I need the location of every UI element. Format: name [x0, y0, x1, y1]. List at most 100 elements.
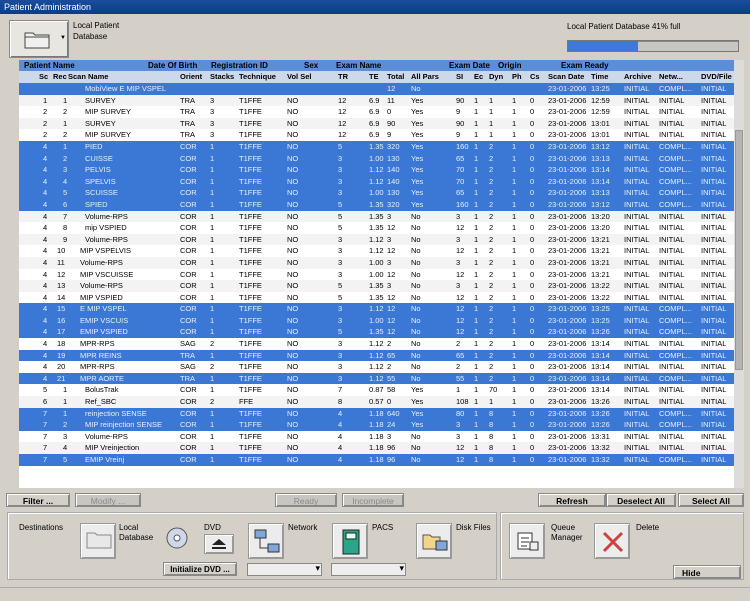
table-scrollbar[interactable]: [734, 60, 744, 488]
table-row[interactable]: 7 2 MIP reinjection SENSE COR 1 T1FFE NO 4 1.18 2…: [19, 419, 743, 431]
table-cell: INITIAL: [701, 269, 727, 279]
column-header[interactable]: Technique: [239, 71, 276, 83]
table-cell: 1: [210, 257, 215, 267]
group-header[interactable]: Registration ID: [211, 60, 268, 71]
table-row[interactable]: 4 5 SCUISSE COR 1 T1FFE NO 3 1.00 130 Yes 65 1 2 1 0 23-…: [19, 187, 743, 199]
table-cell: No: [411, 211, 421, 221]
table-row[interactable]: 4 15 E MIP VSPEL COR 1 T1FFE NO 3 1.12 12 No 12 1 2 1 0…: [19, 303, 743, 315]
table-row[interactable]: 2 2 MIP SURVEY TRA 3 T1FFE NO 12 6.9 0 Yes 9 1 1 1 0 23-…: [19, 106, 743, 118]
column-header[interactable]: TR: [338, 71, 348, 83]
delete-button[interactable]: [594, 523, 630, 559]
scroll-thumb[interactable]: [735, 130, 743, 370]
table-row[interactable]: 4 6 SPIED COR 1 T1FFE NO 5 1.35 320 Yes 160 1 2 1 0 23-0…: [19, 198, 743, 211]
column-header[interactable]: Dyn: [489, 71, 503, 83]
table-cell: 1: [512, 362, 517, 372]
table-cell: 12: [387, 84, 396, 93]
column-header[interactable]: Cs: [530, 71, 540, 83]
table-row[interactable]: 4 9 Volume-RPS COR 1 T1FFE NO 3 1.12 3 No 3 1 2 1 0 23-0…: [19, 233, 743, 246]
table-cell: 3: [338, 153, 343, 163]
table-row[interactable]: 4 8 mip VSPIED COR 1 T1FFE NO 5 1.35 12 No 12 1 2 1 0 23…: [19, 222, 743, 234]
column-header[interactable]: Vol Sel: [287, 71, 311, 83]
network-select[interactable]: [247, 563, 322, 576]
group-header[interactable]: Patient Name: [24, 60, 75, 71]
table-row[interactable]: 7 3 Volume-RPS COR 1 T1FFE NO 4 1.18 3 No 3 1 8 1 0 23-0…: [19, 430, 743, 443]
group-header[interactable]: Exam Ready: [561, 60, 609, 71]
initialize-dvd-button[interactable]: Initialize DVD ...: [163, 562, 237, 576]
modify-button[interactable]: Modify ...: [75, 493, 141, 507]
column-header[interactable]: Ec: [474, 71, 483, 83]
table-row[interactable]: 4 17 EMIP VSPIED COR 1 T1FFE NO 5 1.35 12 No 12 1 2 1 0…: [19, 326, 743, 339]
disk-files-dest-button[interactable]: [416, 523, 452, 559]
column-header[interactable]: SI: [456, 71, 463, 83]
table-row[interactable]: 2 2 MIP SURVEY TRA 3 T1FFE NO 12 6.9 9 Yes 9 1 1 1 0 23-…: [19, 129, 743, 141]
refresh-button[interactable]: Refresh: [538, 493, 606, 507]
table-row[interactable]: 5 1 BolusTrak COR 1 T1FFE NO 7 0.87 58 Yes 1 1 70 1 0 23…: [19, 384, 743, 397]
group-header[interactable]: Origin: [498, 60, 522, 71]
table-row[interactable]: 4 2 CUISSE COR 1 T1FFE NO 3 1.00 130 Yes 65 1 2 1 0 23-0…: [19, 152, 743, 165]
incomplete-button[interactable]: Incomplete: [342, 493, 404, 507]
pacs-select[interactable]: [331, 563, 406, 576]
table-row[interactable]: MobiView E MIP VSPEL 12 No 23-01-2006 13:25 I…: [19, 83, 743, 95]
column-header[interactable]: Netw...: [659, 71, 683, 83]
table-row[interactable]: 7 5 EMIP Vreinj COR 1 T1FFE NO 4 1.18 96 No 12 1 8 1 0 2…: [19, 454, 743, 466]
table-row[interactable]: 4 14 MIP VSPIED COR 1 T1FFE NO 5 1.35 12 No 12 1 2 1 0 2…: [19, 291, 743, 304]
eject-button[interactable]: [204, 534, 234, 554]
table-row[interactable]: 7 4 MIP Vreinjection COR 1 T1FFE NO 4 1.18 96 No 12…: [19, 442, 743, 454]
table-cell: 130: [387, 188, 400, 198]
dvd-dest-button[interactable]: [165, 525, 193, 555]
column-header[interactable]: Rec: [53, 71, 67, 83]
group-header[interactable]: Date Of Birth: [148, 60, 197, 71]
table-cell: TRA: [180, 118, 195, 128]
table-row[interactable]: 6 1 Ref_SBC COR 2 FFE NO 8 0.57 0 Yes 108 1 1 1 0 23-01-…: [19, 396, 743, 408]
column-header[interactable]: Ph: [512, 71, 522, 83]
column-header[interactable]: Time: [591, 71, 608, 83]
column-header[interactable]: Total: [387, 71, 404, 83]
column-header[interactable]: TE: [369, 71, 379, 83]
column-header[interactable]: Archive: [624, 71, 652, 83]
table-row[interactable]: 1 1 SURVEY TRA 3 T1FFE NO 12 6.9 11 Yes 90 1 1 1 0 23-01…: [19, 94, 743, 107]
table-cell: COR: [180, 315, 197, 325]
table-cell: INITIAL: [624, 84, 650, 93]
table-row[interactable]: 4 3 PELVIS COR 1 T1FFE NO 3 1.12 140 Yes 70 1 2 1 0 23-0…: [19, 164, 743, 176]
table-row[interactable]: 4 13 Volume-RPS COR 1 T1FFE NO 5 1.35 3 No 3 1 2 1 0 23-…: [19, 280, 743, 292]
table-row[interactable]: 4 7 Volume-RPS COR 1 T1FFE NO 5 1.35 3 No 3 1 2 1 0 23-0…: [19, 210, 743, 223]
column-header[interactable]: Orient: [180, 71, 202, 83]
pacs-dest-button[interactable]: [332, 523, 368, 559]
table-cell: 17: [57, 327, 66, 337]
hide-button[interactable]: Hide: [673, 565, 741, 579]
ready-button[interactable]: Ready: [275, 493, 337, 507]
filter-button[interactable]: Filter ...: [6, 493, 70, 507]
column-header[interactable]: Sc: [39, 71, 48, 83]
table-row[interactable]: 4 4 SPELVIS COR 1 T1FFE NO 3 1.12 140 Yes 70 1 2 1 0 23-…: [19, 175, 743, 188]
column-header[interactable]: Scan Name: [68, 71, 108, 83]
table-row[interactable]: 7 1 reinjection SENSE COR 1 T1FFE NO 4 1.18 640 Ye…: [19, 407, 743, 420]
table-row[interactable]: 4 11 Volume-RPS COR 1 T1FFE NO 3 1.00 3 No 3 1 2 1 0 23-…: [19, 256, 743, 269]
group-header[interactable]: Sex: [304, 60, 318, 71]
table-cell: 1: [474, 257, 479, 267]
group-header[interactable]: Exam Date: [449, 60, 490, 71]
chevron-down-icon[interactable]: ▼: [60, 35, 66, 41]
table-cell: 23-01-2006: [548, 188, 587, 198]
column-header[interactable]: Stacks: [210, 71, 234, 83]
source-folder-button[interactable]: ▼: [9, 20, 69, 58]
table-cell: 1: [210, 165, 215, 175]
table-row[interactable]: 4 18 MPR-RPS SAG 2 T1FFE NO 3 1.12 2 No 2 1 2 1 0 23-01-…: [19, 338, 743, 350]
table-row[interactable]: 4 20 MPR-RPS SAG 2 T1FFE NO 3 1.12 2 No 2 1 2 1 0 23-01-…: [19, 361, 743, 373]
table-row[interactable]: 4 19 MPR REINS TRA 1 T1FFE NO 3 1.12 65 No 65 1 2 1 0 23…: [19, 349, 743, 362]
table-row[interactable]: 4 21 MPR AORTE TRA 1 T1FFE NO 3 1.12 55 No 55 1 2 1 0 23…: [19, 372, 743, 385]
table-row[interactable]: 2 1 SURVEY TRA 3 T1FFE NO 12 6.9 90 Yes 90 1 1 1 0 23-01…: [19, 117, 743, 130]
table-row[interactable]: 4 1 PIED COR 1 T1FFE NO 5 1.35 320 Yes 160 1 2 1 0 23-01…: [19, 140, 743, 153]
column-header[interactable]: DVD/File: [701, 71, 732, 83]
network-dest-button[interactable]: [248, 523, 284, 559]
group-header[interactable]: Exam Name: [336, 60, 381, 71]
column-header[interactable]: All Pars: [411, 71, 439, 83]
deselect-all-button[interactable]: Deselect All: [606, 493, 676, 507]
column-header[interactable]: Scan Date: [548, 71, 584, 83]
table-row[interactable]: 4 12 MIP VSCUISSE COR 1 T1FFE NO 3 1.00 12 No 12 1 2 1…: [19, 268, 743, 281]
local-database-dest-button[interactable]: [80, 523, 116, 559]
table-cell: 2: [63, 107, 68, 117]
select-all-button[interactable]: Select All: [678, 493, 744, 507]
table-row[interactable]: 4 10 MIP VSPELVIS COR 1 T1FFE NO 3 1.12 12 No 12 1 2 1…: [19, 245, 743, 257]
table-row[interactable]: 4 16 EMIP VSCUIS COR 1 T1FFE NO 3 1.00 12 No 12 1 2 1 0…: [19, 314, 743, 327]
queue-manager-button[interactable]: [509, 523, 545, 559]
